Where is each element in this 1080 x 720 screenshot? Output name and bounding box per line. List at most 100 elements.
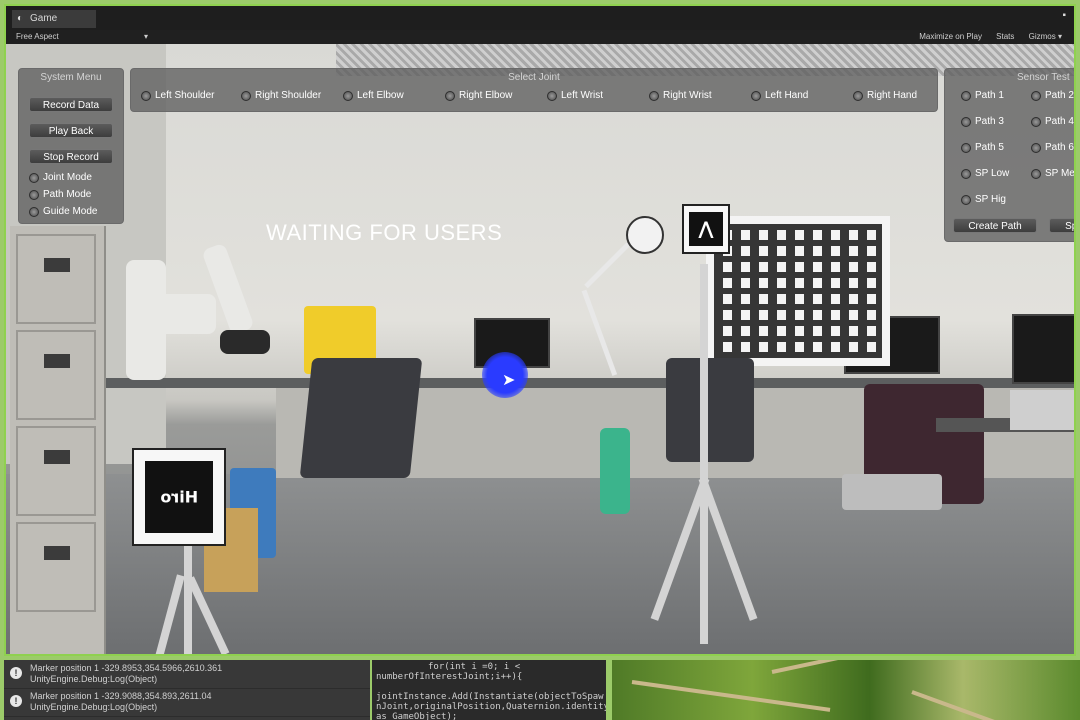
- sp-hig-radio[interactable]: SP Hig: [961, 193, 1006, 207]
- joint-label: Right Shoulder: [255, 90, 322, 101]
- path-1-radio[interactable]: Path 1: [961, 89, 1004, 103]
- camera-preview: [612, 660, 1080, 720]
- joint-mode-radio[interactable]: Joint Mode: [29, 171, 92, 185]
- sensor-option-label: SP Low: [975, 168, 1010, 179]
- joint-left-hand[interactable]: Left Hand: [751, 89, 808, 103]
- code-line: numberOfInterestJoint;i++){: [376, 672, 523, 682]
- code-line: jointInstance.Add(Instantiate(objectToSp…: [376, 692, 604, 702]
- system-menu-title: System Menu: [40, 72, 102, 83]
- log-stack: UnityEngine.Debug:Log(Object): [30, 674, 158, 684]
- radio-icon: [547, 91, 557, 101]
- cabinet-drawer: [16, 234, 96, 324]
- window-tab-bar: ◐ Game ▪: [6, 6, 1074, 31]
- game-view-toolbar: Free Aspect ▾ Maximize on Play Stats Giz…: [6, 30, 1074, 44]
- sensor-option-label: Path 5: [975, 142, 1004, 153]
- radio-icon: [1031, 91, 1041, 101]
- ar-marker-hiro: Hiro: [132, 448, 226, 546]
- unity-icon: ◐: [17, 13, 24, 24]
- chair: [666, 358, 754, 462]
- desk-lamp: [584, 242, 631, 289]
- stop-record-button[interactable]: Stop Record: [29, 149, 113, 164]
- radio-icon: [961, 195, 971, 205]
- radio-icon: [343, 91, 353, 101]
- aspect-dropdown[interactable]: Free Aspect: [16, 30, 59, 44]
- play-back-button[interactable]: Play Back: [29, 123, 113, 138]
- guide-mode-radio[interactable]: Guide Mode: [29, 205, 97, 219]
- joint-right-hand[interactable]: Right Hand: [853, 89, 917, 103]
- create-path-button[interactable]: Create Path: [953, 218, 1037, 233]
- joint-label: Right Elbow: [459, 90, 513, 101]
- tab-game[interactable]: ◐ Game: [12, 10, 96, 28]
- marker-hiro-text: Hiro: [160, 487, 198, 507]
- log-stack: UnityEngine.Debug:Log(Object): [30, 702, 158, 712]
- ar-marker-right: ⋀: [682, 204, 730, 254]
- twig-shape: [631, 680, 831, 712]
- radio-icon: [1031, 169, 1041, 179]
- cabinet-drawer: [16, 522, 96, 612]
- sensor-test-title: Sensor Test: [1017, 72, 1070, 83]
- joint-right-elbow[interactable]: Right Elbow: [445, 89, 512, 103]
- joint-left-elbow[interactable]: Left Elbow: [343, 89, 404, 103]
- radio-icon: [445, 91, 455, 101]
- maximize-on-play-toggle[interactable]: Maximize on Play: [919, 32, 982, 41]
- log-message: Marker position 1 -329.8953,354.5966,261…: [30, 663, 223, 673]
- sensor-option-label: Path 2: [1045, 90, 1074, 101]
- mouse-pointer-icon: ➤: [502, 372, 516, 389]
- joint-left-shoulder[interactable]: Left Shoulder: [141, 89, 215, 103]
- aspect-caret-icon[interactable]: ▾: [144, 30, 148, 44]
- path-3-radio[interactable]: Path 3: [961, 115, 1004, 129]
- joint-left-wrist[interactable]: Left Wrist: [547, 89, 603, 103]
- desk-lamp: [581, 289, 618, 376]
- twig-shape: [771, 660, 949, 674]
- console-log-entry[interactable]: ! Marker position 1 -329.9088,354.893,26…: [4, 688, 370, 717]
- sp-med-radio[interactable]: SP Med: [1031, 167, 1074, 181]
- joint-label: Right Wrist: [663, 90, 712, 101]
- code-line: for(int i =0; i <: [428, 662, 521, 672]
- joint-label: Right Hand: [867, 90, 918, 101]
- tripod-stand: [700, 264, 708, 644]
- sensor-option-label: SP Hig: [975, 194, 1006, 205]
- radio-icon: [1031, 143, 1041, 153]
- sensor-option-label: Path 4: [1045, 116, 1074, 127]
- console-panel: ! Marker position 1 -329.8953,354.5966,2…: [4, 660, 370, 720]
- gizmos-dropdown[interactable]: Gizmos ▾: [1029, 32, 1062, 41]
- sensor-option-label: Path 6: [1045, 142, 1074, 153]
- chair: [299, 358, 423, 478]
- projector: [842, 474, 942, 510]
- green-bag: [600, 428, 630, 514]
- joint-right-shoulder[interactable]: Right Shoulder: [241, 89, 321, 103]
- radio-icon: [141, 91, 151, 101]
- radio-icon: [29, 190, 39, 200]
- joint-right-wrist[interactable]: Right Wrist: [649, 89, 712, 103]
- game-viewport[interactable]: ⋀ Hiro WAITING FOR USERS System Menu Rec…: [6, 44, 1074, 654]
- system-menu-panel: System Menu Record Data Play Back Stop R…: [18, 68, 124, 224]
- robot-gripper: [220, 330, 270, 354]
- path-6-radio[interactable]: Path 6: [1031, 141, 1074, 155]
- window-maximize-icon[interactable]: ▪: [1062, 10, 1066, 21]
- cabinet-drawer: [16, 330, 96, 420]
- code-editor[interactable]: for(int i =0; i < numberOfInterestJoint;…: [372, 660, 606, 720]
- path-5-radio[interactable]: Path 5: [961, 141, 1004, 155]
- select-joint-title: Select Joint: [508, 72, 560, 83]
- tripod-stand: [184, 544, 192, 654]
- path-4-radio[interactable]: Path 4: [1031, 115, 1074, 129]
- speed-button[interactable]: Spe: [1049, 218, 1074, 233]
- log-message: Marker position 1 -329.9088,354.893,2611…: [30, 691, 212, 701]
- joint-mode-label: Joint Mode: [43, 172, 92, 183]
- printer: [1010, 390, 1074, 430]
- sensor-test-panel: Sensor Test Path 1 Path 2 Path 3 Path 4 …: [944, 68, 1074, 242]
- sensor-option-label: Path 3: [975, 116, 1004, 127]
- tab-game-label: Game: [30, 13, 58, 24]
- info-icon: !: [10, 695, 22, 707]
- radio-icon: [241, 91, 251, 101]
- path-mode-radio[interactable]: Path Mode: [29, 188, 91, 202]
- record-data-button[interactable]: Record Data: [29, 97, 113, 112]
- path-2-radio[interactable]: Path 2: [1031, 89, 1074, 103]
- radio-icon: [961, 143, 971, 153]
- code-line: as GameObject);: [376, 712, 458, 720]
- stats-toggle[interactable]: Stats: [996, 32, 1014, 41]
- radio-icon: [29, 173, 39, 183]
- sensor-option-label: Path 1: [975, 90, 1004, 101]
- console-log-entry[interactable]: ! Marker position 1 -329.8953,354.5966,2…: [4, 660, 370, 689]
- sp-low-radio[interactable]: SP Low: [961, 167, 1009, 181]
